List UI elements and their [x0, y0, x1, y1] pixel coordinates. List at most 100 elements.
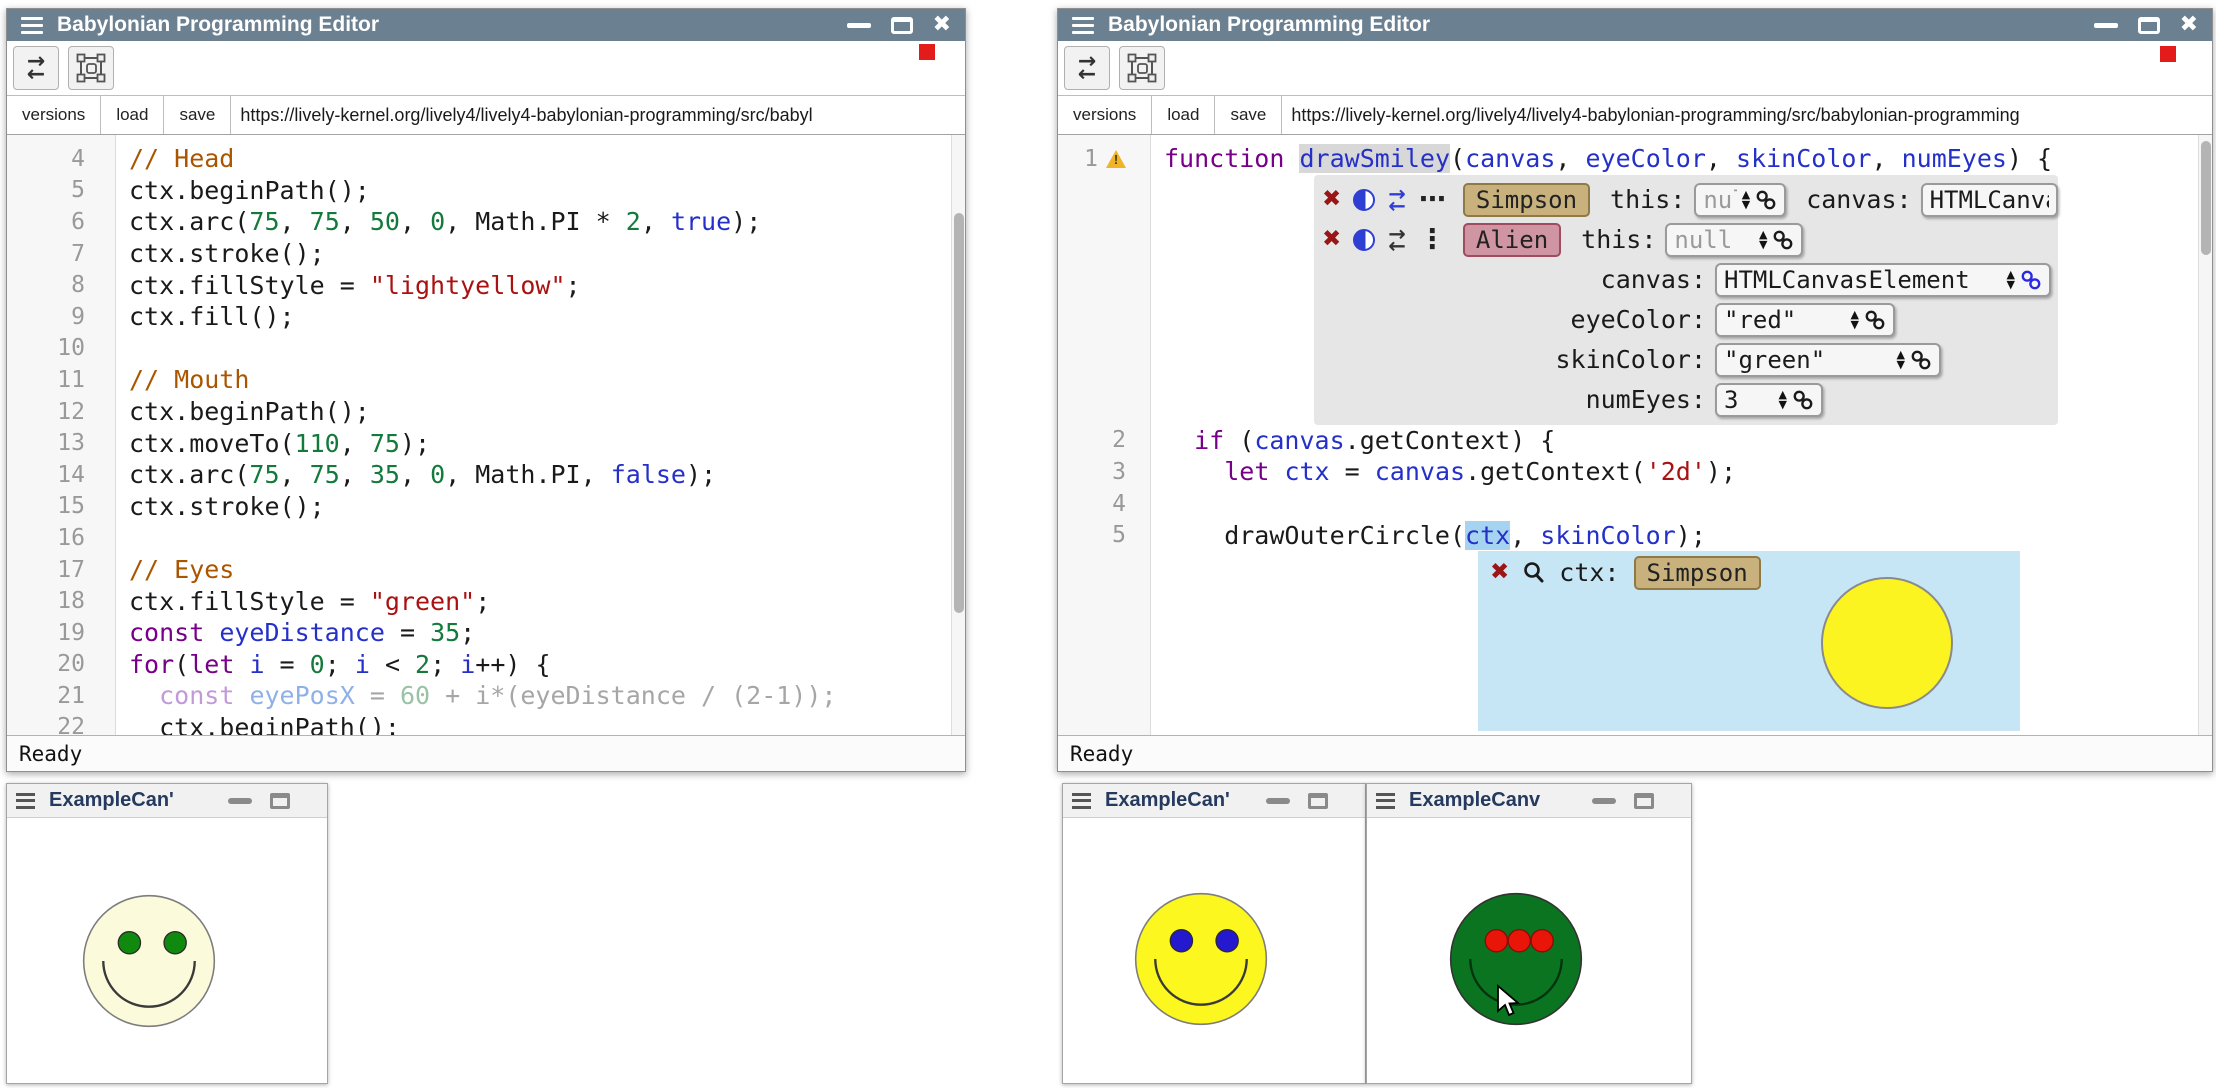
maximize-icon[interactable] [2138, 17, 2160, 34]
minimize-icon[interactable] [228, 798, 252, 804]
minimize-icon[interactable] [1266, 798, 1290, 804]
meatball-menu-icon[interactable]: ⋯ [1419, 190, 1446, 210]
swap-example-icon[interactable]: →← [1388, 228, 1406, 252]
url-field[interactable]: https://lively-kernel.org/lively4/lively… [231, 96, 965, 134]
save-button[interactable]: save [1215, 96, 1282, 134]
menu-icon[interactable] [21, 17, 43, 34]
stepper-icon[interactable]: ▲▼ [1759, 230, 1767, 250]
link-icon[interactable] [2020, 269, 2042, 291]
code-text[interactable]: // Mouth [115, 365, 249, 394]
code-text[interactable]: ctx.arc(75, 75, 50, 0, Math.PI * 2, true… [115, 207, 761, 236]
line-number: 16 [7, 525, 115, 551]
maximize-icon[interactable] [270, 793, 290, 809]
smiley-canvas [1418, 861, 1614, 1057]
value-box[interactable]: 3▲▼ [1715, 383, 1823, 417]
magnifier-icon[interactable] [1521, 560, 1547, 586]
code-text[interactable]: ctx.beginPath(); [115, 176, 370, 205]
titlebar[interactable]: Babylonian Programming Editor ✖ [7, 9, 965, 41]
code-text[interactable]: ctx.stroke(); [115, 492, 325, 521]
kebab-menu-icon[interactable]: ⋮ [1419, 230, 1446, 250]
code-line: 4 [1058, 488, 2212, 520]
remove-example-icon[interactable]: ✖ [1322, 228, 1341, 251]
code-text[interactable]: ctx.stroke(); [115, 239, 325, 268]
code-text[interactable]: drawOuterCircle(ctx, skinColor); [1150, 521, 1706, 550]
url-field[interactable]: https://lively-kernel.org/lively4/lively… [1282, 96, 2212, 134]
toggle-example-icon[interactable] [1353, 189, 1375, 211]
link-icon[interactable] [1772, 229, 1794, 251]
link-icon[interactable] [1792, 389, 1814, 411]
stepper-icon[interactable]: ▲▼ [1897, 350, 1905, 370]
versions-button[interactable]: versions [7, 96, 101, 134]
maximize-icon[interactable] [1308, 793, 1328, 809]
maximize-icon[interactable] [1634, 793, 1654, 809]
scrollbar-thumb[interactable] [2201, 141, 2211, 255]
code-text[interactable]: let ctx = canvas.getContext('2d'); [1150, 457, 1736, 486]
scrollbar-thumb[interactable] [954, 213, 964, 613]
value-box[interactable]: HTMLCanvasElement▲▼ [1715, 263, 2051, 297]
code-token [204, 618, 219, 647]
swap-arrows-button[interactable]: →← [1064, 46, 1110, 90]
load-button[interactable]: load [1152, 96, 1215, 134]
minimize-icon[interactable] [847, 23, 871, 28]
titlebar[interactable]: Babylonian Programming Editor ✖ [1058, 9, 2212, 41]
transform-frame-button[interactable] [1119, 46, 1165, 90]
menu-icon[interactable] [16, 793, 35, 809]
close-icon[interactable]: ✖ [933, 14, 951, 36]
menu-icon[interactable] [1072, 17, 1094, 34]
toggle-example-icon[interactable] [1353, 229, 1375, 251]
transform-frame-button[interactable] [68, 46, 114, 90]
code-editor[interactable]: 4// Head5ctx.beginPath();6ctx.arc(75, 75… [7, 135, 965, 735]
link-icon[interactable] [1755, 189, 1777, 211]
maximize-icon[interactable] [891, 17, 913, 34]
code-text[interactable]: ctx.fillStyle = "green"; [115, 587, 490, 616]
value-box[interactable]: "green"▲▼ [1715, 343, 1941, 377]
stepper-icon[interactable]: ▲▼ [1779, 390, 1787, 410]
swap-example-icon[interactable]: →← [1388, 188, 1406, 212]
probe-example-badge[interactable]: Simpson [1634, 556, 1761, 590]
code-text[interactable]: // Eyes [115, 555, 234, 584]
scrollbar[interactable] [2198, 135, 2212, 735]
titlebar[interactable]: ExampleCan' [1063, 784, 1365, 818]
code-text[interactable]: ctx.fill(); [115, 302, 295, 331]
menu-icon[interactable] [1376, 793, 1395, 809]
load-button[interactable]: load [101, 96, 164, 134]
stepper-icon[interactable]: ▲▼ [2007, 270, 2015, 290]
remove-example-icon[interactable]: ✖ [1322, 188, 1341, 211]
titlebar[interactable]: ExampleCan' [7, 784, 327, 818]
value-box[interactable]: "red"▲▼ [1715, 303, 1895, 337]
value-box[interactable]: null▲▼ [1694, 183, 1786, 217]
swap-arrows-button[interactable]: →← [13, 46, 59, 90]
line-number: 17 [7, 557, 115, 583]
example-badge[interactable]: Simpson [1463, 183, 1590, 217]
value-box[interactable]: HTMLCanvasEle [1921, 183, 2058, 217]
code-text[interactable]: ctx.moveTo(110, 75); [115, 429, 430, 458]
titlebar[interactable]: ExampleCanv [1367, 784, 1691, 818]
code-text[interactable]: ctx.arc(75, 75, 35, 0, Math.PI, false); [115, 460, 716, 489]
stepper-icon[interactable]: ▲▼ [1851, 310, 1859, 330]
minimize-icon[interactable] [1592, 798, 1616, 804]
code-text[interactable]: const eyePosX = 60 + i*(eyeDistance / (2… [115, 681, 836, 710]
link-icon[interactable] [1910, 349, 1932, 371]
link-icon[interactable] [1864, 309, 1886, 331]
versions-button[interactable]: versions [1058, 96, 1152, 134]
code-text[interactable]: function drawSmiley(canvas, eyeColor, sk… [1150, 144, 2052, 173]
minimize-icon[interactable] [2094, 23, 2118, 28]
code-text[interactable]: ctx.fillStyle = "lightyellow"; [115, 271, 581, 300]
code-line: 14ctx.arc(75, 75, 35, 0, Math.PI, false)… [7, 459, 965, 491]
example-badge[interactable]: Alien [1463, 223, 1561, 257]
save-button[interactable]: save [164, 96, 231, 134]
code-text[interactable]: ctx.beginPath(); [115, 397, 370, 426]
scrollbar[interactable] [951, 135, 965, 735]
code-text[interactable]: ctx.beginPath(); [115, 713, 400, 735]
close-icon[interactable]: ✖ [2180, 14, 2198, 36]
code-text[interactable]: // Head [115, 144, 234, 173]
stepper-icon[interactable]: ▲▼ [1742, 190, 1750, 210]
code-text[interactable]: if (canvas.getContext) { [1150, 426, 1555, 455]
menu-icon[interactable] [1072, 793, 1091, 809]
remove-probe-icon[interactable]: ✖ [1490, 561, 1509, 584]
code-token: , [280, 207, 310, 236]
code-text[interactable]: const eyeDistance = 35; [115, 618, 475, 647]
code-editor[interactable]: 1function drawSmiley(canvas, eyeColor, s… [1058, 135, 2212, 735]
code-text[interactable]: for(let i = 0; i < 2; i++) { [115, 650, 551, 679]
value-box[interactable]: null▲▼ [1665, 223, 1803, 257]
